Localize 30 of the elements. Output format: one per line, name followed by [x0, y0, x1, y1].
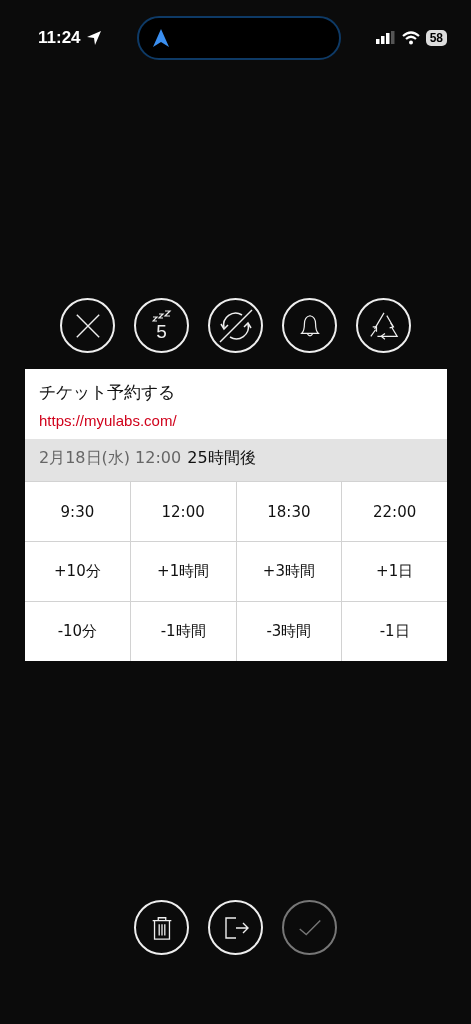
time-option-button[interactable]: -10分: [25, 602, 130, 661]
time-option-button[interactable]: +10分: [25, 542, 130, 601]
navigation-arrow-icon: [152, 29, 169, 47]
reminder-url[interactable]: https://myulabs.com/: [39, 412, 433, 429]
recycle-button[interactable]: [356, 298, 411, 353]
status-time: 11:24: [38, 28, 81, 48]
sleep-icon: [151, 310, 172, 322]
time-option-button[interactable]: 12:00: [130, 482, 236, 541]
location-arrow-icon: [85, 30, 102, 46]
relative-time: 25時間後: [187, 448, 256, 467]
time-option-button[interactable]: -1時間: [130, 602, 236, 661]
reminder-title: チケット予約する: [39, 381, 176, 404]
time-option-button[interactable]: -1日: [342, 602, 447, 661]
battery-level: 58: [425, 30, 447, 46]
no-repeat-button[interactable]: [208, 298, 263, 353]
time-option-button[interactable]: +1時間: [130, 542, 236, 601]
snooze-button[interactable]: 5: [134, 298, 189, 353]
close-button[interactable]: [60, 298, 115, 353]
time-option-button[interactable]: 9:30: [25, 482, 130, 541]
time-option-button[interactable]: +3時間: [236, 542, 342, 601]
trash-button[interactable]: [134, 900, 189, 955]
signal-icon: [375, 31, 396, 45]
bell-button[interactable]: [282, 298, 337, 353]
time-option-button[interactable]: -3時間: [236, 602, 342, 661]
time-option-button[interactable]: +1日: [342, 542, 447, 601]
wifi-icon: [401, 31, 420, 45]
exit-button[interactable]: [208, 900, 263, 955]
time-option-button[interactable]: 22:00: [342, 482, 447, 541]
time-option-button[interactable]: 18:30: [236, 482, 342, 541]
reminder-date: 2月18日(水) 12:00: [39, 448, 182, 467]
